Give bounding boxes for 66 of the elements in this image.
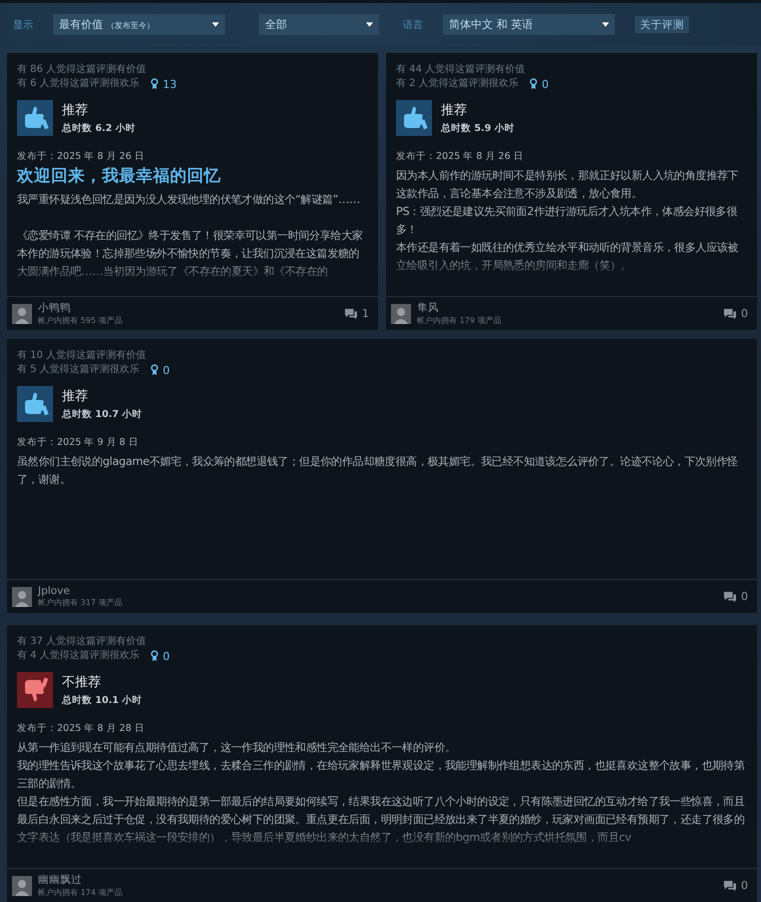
award-ribbon-icon	[150, 650, 159, 662]
product-count: 帐户内拥有 179 项产品	[417, 315, 502, 326]
award-ribbon-icon	[528, 78, 538, 90]
review-paragraph: 从第一作追到现在可能有点期待值过高了，这一作我的理性和感性完全能给出不一样的评价。	[17, 740, 457, 756]
post-date: 发布于：2025 年 9 月 8 日	[17, 436, 140, 449]
review-title: 欢迎回来，我最幸福的回忆	[17, 165, 222, 187]
caret-icon	[366, 22, 373, 27]
award-ribbon-icon	[150, 78, 159, 90]
review-paragraph: 因为本人前作的游玩时间不是特别长，那就正好以新人入坑的角度推荐下这款作品，言论基本会注意不涉及剧透，放心食用。	[396, 168, 740, 202]
about-reviews-button[interactable]: 关于评测	[635, 16, 689, 33]
type-dropdown[interactable]: 全部	[259, 14, 379, 35]
author-name[interactable]: 幽幽飘过	[38, 873, 723, 887]
helpful-count: 有 10 人觉得这篇评测有价值	[17, 349, 148, 363]
author-name[interactable]: Jplove	[38, 585, 723, 597]
verdict-label: 推荐	[62, 388, 89, 405]
comment-count: 0	[741, 590, 748, 603]
comment-count: 0	[741, 307, 748, 320]
review-paragraph: 本作还是有着一如既往的优秀立绘水平和动听的背景音乐，很多人应该被立绘吸引入的坑，开局熟悉的房间和走廊（笑）。	[396, 240, 740, 274]
sort-dropdown[interactable]: 最有价值 （发布至今）	[53, 14, 225, 35]
avatar[interactable]	[12, 304, 32, 324]
review-paragraph: PS：强烈还是建议先买前面2作进行游玩后才入坑本作，体感会好很多很多！	[396, 204, 738, 238]
avatar[interactable]	[12, 876, 32, 896]
comment-icon[interactable]	[723, 880, 737, 892]
caret-icon	[602, 22, 609, 27]
funny-count: 有 2 人觉得这篇评测很欢乐	[396, 77, 519, 91]
award-count: 13	[162, 78, 177, 90]
language-label: 语言	[403, 18, 423, 32]
award-count: 0	[542, 78, 549, 90]
playtime-text: 总时数 5.9 小时	[441, 122, 514, 135]
post-date: 发布于：2025 年 8 月 26 日	[396, 150, 524, 163]
comment-icon[interactable]	[723, 308, 737, 320]
award-ribbon-icon	[150, 364, 159, 376]
post-date: 发布于：2025 年 8 月 28 日	[17, 722, 146, 735]
comment-count: 1	[362, 307, 369, 320]
author-name[interactable]: 隼风	[417, 301, 723, 315]
funny-count: 有 5 人觉得这篇评测很欢乐	[17, 363, 140, 377]
comment-icon[interactable]	[723, 590, 737, 602]
comment-icon[interactable]	[344, 308, 358, 320]
funny-count: 有 4 人觉得这篇评测很欢乐	[17, 649, 140, 663]
caret-icon	[212, 22, 219, 27]
verdict-label: 推荐	[441, 102, 468, 119]
helpful-count: 有 44 人觉得这篇评测有价值	[396, 63, 526, 77]
avatar[interactable]	[391, 304, 411, 324]
review-paragraph: 但是在感性方面，我一开始最期待的是第一部最后的结局要如何续写，结果我在这边听了八个小时的设定，只有陈墨进回忆的互动才给了我一些惊喜，而且最后白永回来之后过于仓促，没有我期待的爱心树下的团聚。重点更在后面，明明封面已经放出来了半夏的婚纱，玩家对画面已经有预期了，还走了很多的文字表达（我是挺喜欢车祸这一段安排的），导致最后半夏婚纱出来的太自然了，也没有新的bgm或者别的方式烘托氛围，而且cv	[17, 794, 746, 846]
review-paragraph: 虽然你们主创说的glagame不媚宅，我众筹的都想退钱了；但是你的作品却糖度很高，极其媚宅。我已经不知道该怎么评价了。论迹不论心，下次别作怪了，谢谢。	[17, 454, 739, 488]
helpful-count: 有 37 人觉得这篇评测有价值	[17, 635, 148, 649]
helpful-count: 有 86 人觉得这篇评测有价值	[17, 63, 148, 77]
playtime-text: 总时数 10.1 小时	[62, 694, 142, 707]
playtime-text: 总时数 6.2 小时	[62, 122, 136, 135]
verdict-label: 不推荐	[62, 674, 102, 691]
language-dropdown[interactable]: 简体中文 和 英语	[443, 14, 615, 35]
product-count: 帐户内拥有 595 项产品	[38, 315, 124, 326]
verdict-label: 推荐	[62, 102, 89, 119]
product-count: 帐户内拥有 317 项产品	[38, 597, 124, 608]
award-count: 0	[162, 364, 170, 376]
display-label: 显示	[13, 18, 33, 32]
avatar[interactable]	[12, 586, 32, 606]
review-paragraph: 我的理性告诉我这个故事花了心思去埋线，去糅合三作的剧情，在给玩家解释世界观设定，我能理解制作组想表达的东西，也挺喜欢这整个故事，也期待第三部的剧情。	[17, 758, 746, 792]
comment-count: 0	[741, 879, 748, 892]
award-count: 0	[162, 650, 170, 662]
product-count: 帐户内拥有 174 项产品	[38, 887, 124, 898]
playtime-text: 总时数 10.7 小时	[62, 408, 142, 421]
review-paragraph: 我严重怀疑浅色回忆是因为没人发现他埋的伏笔才做的这个“解谜篇”…… 《恋爱绮谭 不存在的回忆》终于发售了！很荣幸可以第一时间分享给大家本作的游玩体验！忘掉那些场外不愉快的节奏，让我们沉浸在这篇发糖的大圆满作品吧……当初因为游玩了《不存在的夏天》和《不存在的	[17, 192, 364, 280]
post-date: 发布于：2025 年 8 月 26 日	[17, 150, 146, 163]
funny-count: 有 6 人觉得这篇评测很欢乐	[17, 77, 140, 91]
author-name[interactable]: 小鸭鸭	[38, 301, 344, 315]
